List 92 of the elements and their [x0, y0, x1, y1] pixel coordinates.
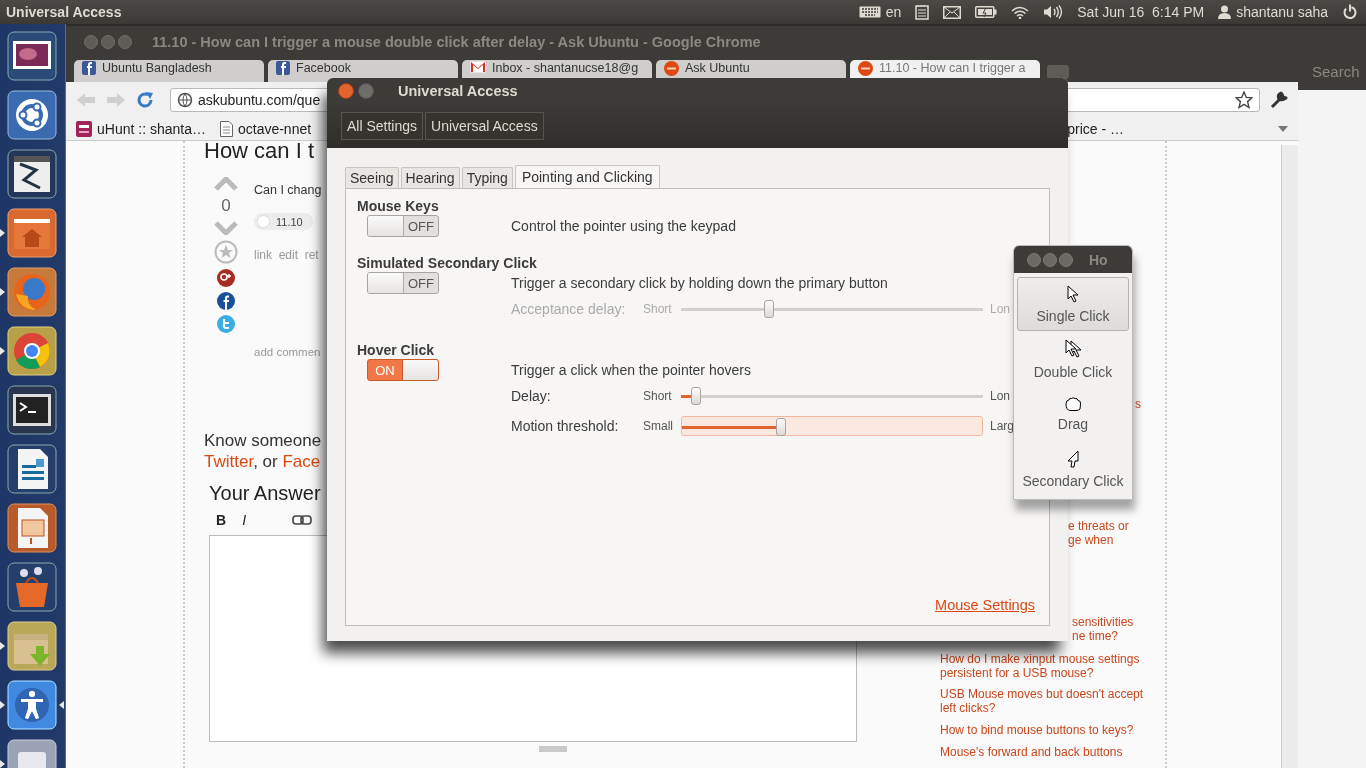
wrench-icon[interactable] — [1270, 91, 1288, 109]
window-title: 11.10 - How can I trigger a mouse double click after delay - Ask Ubuntu - Google Chrome — [152, 34, 761, 50]
question-title: How can I t — [204, 141, 316, 163]
slider-min-label: Short — [643, 302, 673, 316]
slider-label: Delay: — [511, 388, 552, 404]
slider-label: Acceptance delay: — [511, 301, 627, 317]
section-title: Hover Click — [357, 342, 435, 358]
bookmark-icon — [76, 121, 92, 137]
related-question-link[interactable]: e threats or ge when — [1068, 519, 1129, 547]
browser-tab[interactable]: Ubuntu Bangladesh — [74, 60, 264, 82]
dialog-title: Universal Access — [398, 82, 518, 99]
slider-min-label: Small — [643, 419, 674, 433]
resize-grip[interactable] — [539, 746, 567, 752]
share-prompt: Know someone — [204, 430, 323, 451]
toggle-switch[interactable]: OFF — [367, 272, 439, 294]
vote-count: 0 — [221, 196, 231, 216]
bookmark[interactable]: price - … — [1067, 121, 1124, 137]
user-name[interactable]: shantanu saha — [1236, 4, 1328, 20]
related-question-link[interactable]: Mouse's forward and back buttons — [940, 745, 1155, 759]
dropdown-icon[interactable] — [1278, 126, 1288, 132]
bookmark[interactable]: uHunt :: shanta… — [76, 121, 206, 137]
setting-description: Trigger a click when the pointer hovers — [511, 361, 752, 380]
question-body: Can I chang — [254, 183, 322, 197]
slider-min-label: Short — [643, 389, 673, 403]
mouse-settings-link[interactable]: Mouse Settings — [935, 597, 1035, 613]
slider-max-label: Lon — [990, 389, 1012, 403]
click-type-button[interactable]: Double Click — [1017, 332, 1129, 386]
italic-button[interactable]: I — [242, 512, 246, 528]
google-plus-icon[interactable] — [217, 269, 235, 287]
related-question-link[interactable]: s — [1135, 397, 1141, 411]
question-tag[interactable]: 11.10 — [254, 213, 313, 230]
close-button[interactable] — [1027, 252, 1041, 267]
toggle-switch[interactable]: OFF — [367, 215, 439, 237]
answer-heading: Your Answer — [209, 482, 322, 505]
share-link[interactable]: Twitter — [204, 452, 254, 471]
clock[interactable]: Sat Jun 16 6:14 PM — [1077, 4, 1205, 20]
settings-tab[interactable]: Seeing — [345, 167, 399, 188]
keyboard-icon[interactable] — [858, 6, 881, 18]
facebook-icon — [82, 61, 96, 75]
mail-icon[interactable] — [943, 5, 962, 19]
bold-button[interactable]: B — [216, 512, 227, 528]
share-link[interactable]: Face — [282, 452, 321, 471]
settings-tab[interactable]: Typing — [461, 167, 513, 188]
section-title: Simulated Secondary Click — [357, 255, 537, 271]
click-type-button[interactable]: Secondary Click — [1017, 442, 1129, 496]
mail-icon — [470, 61, 486, 73]
facebook-icon — [276, 61, 290, 75]
window-title: Ho — [1089, 251, 1108, 268]
section-title: Mouse Keys — [357, 198, 439, 214]
double-pointer-icon — [1064, 338, 1082, 359]
close-button[interactable] — [338, 82, 354, 99]
slider-track[interactable] — [681, 416, 983, 436]
setting-description: Control the pointer using the keypad — [511, 217, 736, 236]
user-icon — [1218, 5, 1232, 19]
settings-tab[interactable]: Pointing and Clicking — [514, 165, 660, 188]
wifi-icon[interactable] — [1011, 5, 1030, 19]
site-icon — [664, 61, 679, 76]
click-type-button[interactable]: Drag — [1017, 387, 1129, 441]
site-icon — [858, 61, 873, 76]
slider-label: Motion threshold: — [511, 418, 620, 434]
bookmark[interactable]: octave-nnet — [219, 121, 312, 137]
star-icon[interactable] — [1235, 91, 1253, 109]
pointer-icon — [1067, 284, 1079, 303]
facebook-icon[interactable] — [217, 292, 235, 310]
scrollbar[interactable] — [1281, 145, 1298, 768]
slider-thumb[interactable] — [691, 387, 702, 405]
maximize-button[interactable] — [1059, 252, 1073, 267]
link-icon[interactable] — [292, 515, 312, 525]
setting-description: Trigger a secondary click by holding down the primary button — [511, 274, 889, 293]
slider-thumb[interactable] — [776, 418, 786, 436]
minimize-button[interactable] — [1043, 252, 1057, 267]
keyboard-layout[interactable]: en — [885, 4, 902, 20]
settings-tab[interactable]: Hearing — [400, 167, 460, 188]
globe-icon — [177, 92, 193, 108]
pointer-icon — [1066, 449, 1080, 468]
related-question-link[interactable]: sensitivities ne time? — [1072, 615, 1134, 643]
slider-max-label: Lon — [990, 302, 1011, 316]
accessibility-launcher-item[interactable] — [0, 679, 65, 731]
breadcrumb-button[interactable]: All Settings — [341, 111, 424, 140]
breadcrumb-button[interactable]: Universal Access — [425, 111, 544, 140]
reload-icon[interactable] — [136, 91, 154, 109]
volume-icon[interactable] — [1043, 5, 1064, 19]
notes-icon[interactable] — [915, 4, 930, 20]
related-question-link[interactable]: How do I make xinput mouse settings persistent for a USB mouse? — [940, 652, 1155, 680]
related-question-link[interactable]: How to bind mouse buttons to keys? — [940, 723, 1155, 737]
battery-icon[interactable] — [975, 6, 998, 18]
click-type-button[interactable]: Single Click — [1017, 277, 1129, 331]
app-title: Universal Access — [6, 4, 122, 20]
page-icon — [219, 121, 233, 137]
slider-max-label: Larg — [990, 419, 1015, 433]
related-question-link[interactable]: USB Mouse moves but doesn't accept left clicks? — [940, 687, 1155, 715]
power-icon[interactable] — [1342, 4, 1358, 20]
